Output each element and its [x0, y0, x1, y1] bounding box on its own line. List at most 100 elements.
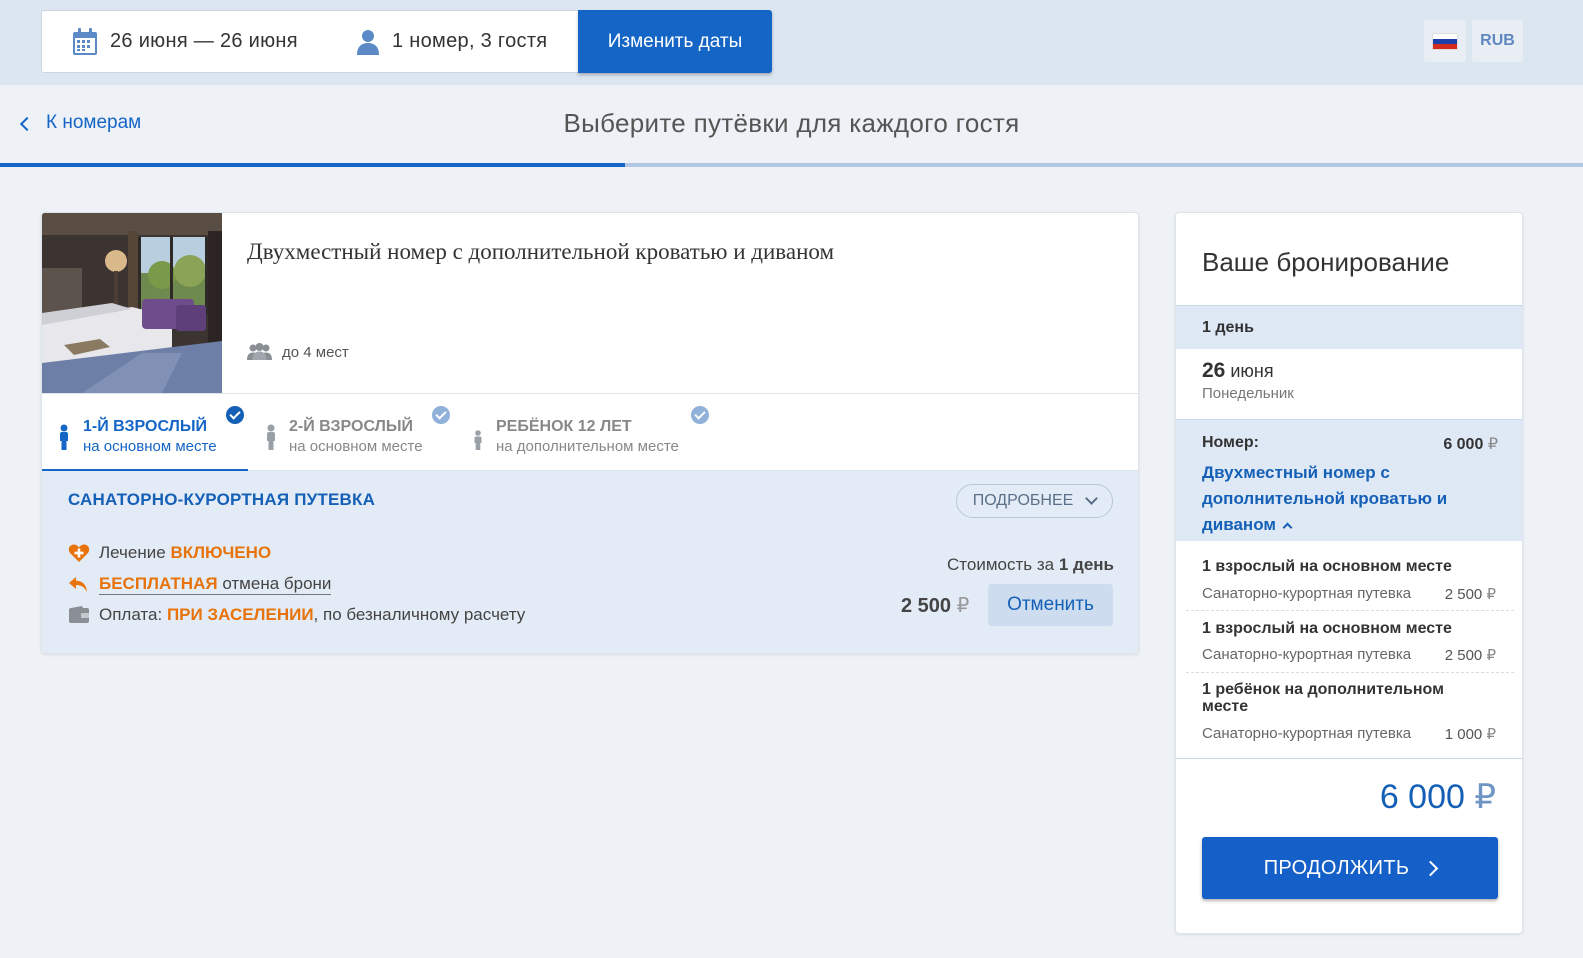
- dates-segment[interactable]: 26 июня — 26 июня: [42, 11, 352, 72]
- cancellation-value: БЕСПЛАТНАЯ: [99, 574, 218, 593]
- payment-method: , по безналичному расчету: [313, 605, 526, 624]
- cancellation-label: отмена брони: [222, 574, 332, 593]
- tab-guest-1-title: 1-Й ВЗРОСЛЫЙ: [83, 418, 207, 435]
- room-card: Двухместный номер с дополнительной крова…: [41, 212, 1139, 654]
- cancellation-feature[interactable]: БЕСПЛАТНАЯ отмена брони: [68, 574, 332, 595]
- continue-label: ПРОДОЛЖИТЬ: [1263, 856, 1410, 879]
- booking-line-price: 2 500 ₽: [1445, 585, 1496, 603]
- divider: [1186, 610, 1514, 611]
- tab-guest-3[interactable]: РЕБЁНОК 12 ЛЕТ на дополнительном месте: [455, 394, 715, 472]
- people-icon: [247, 343, 272, 360]
- more-details-button[interactable]: ПОДРОБНЕЕ: [956, 484, 1113, 518]
- cost-period-label: Стоимость за 1 день: [947, 555, 1114, 575]
- booking-date: 26 июня: [1202, 359, 1274, 383]
- booking-weekday: Понедельник: [1202, 385, 1294, 402]
- cancel-package-button[interactable]: Отменить: [988, 584, 1113, 626]
- guests-text: 1 номер, 3 гостя: [392, 30, 548, 52]
- continue-button[interactable]: ПРОДОЛЖИТЬ: [1202, 837, 1498, 899]
- booking-summary: Ваше бронирование 1 день 26 июня Понедел…: [1175, 212, 1523, 934]
- guests-segment[interactable]: 1 номер, 3 гостя: [352, 11, 547, 72]
- booking-line-sub: Санаторно-курортная путевка: [1202, 585, 1412, 602]
- treatment-value: ВКЛЮЧЕНО: [170, 543, 272, 562]
- booking-room-name: Двухместный номер с дополнительной крова…: [1202, 463, 1448, 534]
- booking-line-title: 1 взрослый на основном месте: [1202, 558, 1452, 575]
- booking-room-price: 6 000 ₽: [1443, 434, 1498, 454]
- more-details-label: ПОДРОБНЕЕ: [972, 492, 1074, 509]
- progress-bar: [0, 163, 1583, 167]
- page-title: Выберите путёвки для каждого гостя: [563, 108, 1020, 138]
- divider: [1176, 758, 1522, 759]
- ruble-sign: ₽: [1486, 726, 1496, 743]
- check-circle-icon: [691, 406, 709, 424]
- progress-fill: [0, 163, 626, 167]
- tab-guest-3-title: РЕБЁНОК 12 ЛЕТ: [496, 418, 632, 435]
- room-capacity: до 4 мест: [247, 343, 349, 361]
- guest-tabs: 1-Й ВЗРОСЛЫЙ на основном месте 2-Й ВЗРОС…: [42, 393, 1138, 472]
- user-icon: [357, 29, 379, 55]
- check-circle-icon: [432, 406, 450, 424]
- package-price: 2 500 ₽: [901, 593, 969, 618]
- treatment-feature: Лечение ВКЛЮЧЕНО: [68, 543, 271, 563]
- booking-line-sub: Санаторно-курортная путевка: [1202, 725, 1412, 742]
- booking-days: 1 день: [1176, 305, 1522, 349]
- currency-button[interactable]: RUB: [1472, 20, 1523, 62]
- divider: [1186, 672, 1514, 673]
- package-price-value: 2 500: [901, 595, 952, 617]
- tab-guest-2[interactable]: 2-Й ВЗРОСЛЫЙ на основном месте: [248, 394, 455, 472]
- package-title: САНАТОРНО-КУРОРТНАЯ ПУТЕВКА: [68, 490, 376, 509]
- top-bar: 26 июня — 26 июня 1 номер, 3 гостя Измен…: [0, 0, 1583, 85]
- chevron-down-icon: [1085, 492, 1099, 505]
- booking-total-value: 6 000: [1379, 778, 1465, 816]
- booking-room-name-toggle[interactable]: Двухместный номер с дополнительной крова…: [1202, 460, 1482, 538]
- change-dates-button[interactable]: Изменить даты: [578, 10, 772, 73]
- cancellation-text[interactable]: БЕСПЛАТНАЯ отмена брони: [99, 574, 332, 595]
- undo-arrow-icon: [68, 575, 90, 595]
- booking-room-price-value: 6 000: [1443, 436, 1484, 453]
- room-name[interactable]: Двухместный номер с дополнительной крова…: [247, 239, 834, 265]
- russia-flag-icon: [1432, 32, 1458, 50]
- tab-guest-1[interactable]: 1-Й ВЗРОСЛЫЙ на основном месте: [42, 394, 248, 472]
- dates-text: 26 июня — 26 июня: [110, 30, 298, 52]
- tab-guest-3-sub: на дополнительном месте: [496, 438, 679, 455]
- payment-feature: Оплата: ПРИ ЗАСЕЛЕНИИ, по безналичному р…: [68, 605, 525, 625]
- package-panel: САНАТОРНО-КУРОРТНАЯ ПУТЕВКА ПОДРОБНЕЕ Ле…: [42, 471, 1138, 653]
- capacity-label: до 4 мест: [282, 343, 349, 361]
- booking-line-price-value: 2 500: [1444, 647, 1483, 664]
- treatment-label: Лечение: [99, 543, 166, 562]
- ruble-sign: ₽: [956, 595, 970, 617]
- cost-label-text: Стоимость за: [947, 555, 1055, 574]
- ruble-sign: ₽: [1486, 586, 1496, 603]
- wallet-icon: [68, 605, 90, 625]
- ruble-sign: ₽: [1474, 778, 1496, 816]
- payment-value: ПРИ ЗАСЕЛЕНИИ: [166, 605, 314, 624]
- booking-line-price: 2 500 ₽: [1445, 646, 1496, 664]
- booking-line-sub: Санаторно-курортная путевка: [1202, 646, 1412, 663]
- person-icon: [60, 424, 68, 450]
- room-photo[interactable]: [42, 213, 222, 393]
- heart-plus-icon: [68, 543, 90, 563]
- chevron-right-icon: [1423, 860, 1439, 876]
- child-icon: [474, 430, 482, 450]
- booking-line-price: 1 000 ₽: [1445, 725, 1496, 743]
- check-circle-icon: [226, 406, 244, 424]
- calendar-icon: [73, 27, 97, 55]
- booking-room-label: Номер:: [1202, 434, 1259, 451]
- ruble-sign: ₽: [1486, 647, 1496, 664]
- booking-title: Ваше бронирование: [1202, 247, 1450, 277]
- cost-period: 1 день: [1058, 555, 1114, 574]
- booking-line-title: 1 ребёнок на дополнительном месте: [1202, 681, 1444, 715]
- ruble-sign: ₽: [1487, 436, 1498, 453]
- chevron-up-icon: [1282, 522, 1293, 533]
- tab-guest-1-sub: на основном месте: [83, 438, 217, 455]
- booking-date-day: 26: [1202, 359, 1226, 382]
- tab-guest-2-sub: на основном месте: [289, 438, 423, 455]
- language-button[interactable]: [1424, 20, 1466, 62]
- tab-guest-2-title: 2-Й ВЗРОСЛЫЙ: [289, 418, 413, 435]
- booking-date-month: июня: [1230, 361, 1274, 381]
- search-summary: 26 июня — 26 июня 1 номер, 3 гостя Измен…: [41, 10, 772, 73]
- person-icon: [267, 424, 275, 450]
- payment-label: Оплата:: [99, 605, 163, 624]
- booking-line-title: 1 взрослый на основном месте: [1202, 620, 1452, 637]
- booking-total: 6 000 ₽: [1380, 777, 1496, 817]
- booking-room-section: Номер: 6 000 ₽ Двухместный номер с допол…: [1176, 419, 1522, 541]
